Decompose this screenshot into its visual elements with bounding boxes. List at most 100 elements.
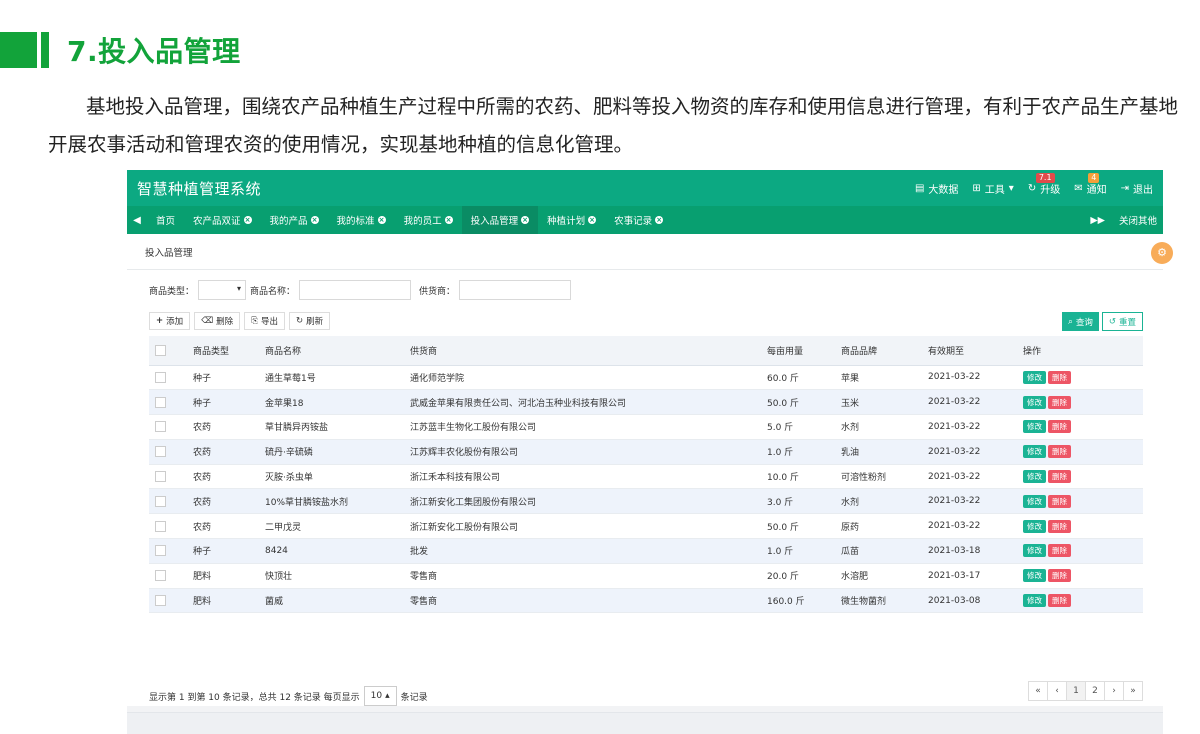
row-delete-button[interactable]: 删除	[1048, 519, 1071, 533]
tab-my-staff[interactable]: 我的员工 ×	[395, 206, 462, 234]
table-row[interactable]: 种子 金苹果18 武威金苹果有限责任公司、河北冶玉种业科技有限公司 50.0 斤玉米 2…	[149, 389, 1143, 416]
edit-button[interactable]: 修改	[1023, 445, 1046, 459]
row-select-cell[interactable]	[149, 439, 193, 465]
table-row[interactable]: 农药 硫丹·辛硫磷 江苏辉丰农化股份有限公司 1.0 斤乳油 2021-03-22 修改删…	[149, 439, 1143, 465]
row-checkbox[interactable]	[155, 421, 166, 433]
prev-page-button[interactable]: ‹	[1047, 681, 1067, 701]
row-checkbox[interactable]	[155, 570, 166, 582]
delete-button[interactable]: ⌫ 删除	[194, 312, 241, 330]
tab-farm-records[interactable]: 农事记录 ×	[605, 206, 672, 234]
row-checkbox[interactable]	[155, 520, 166, 532]
type-select[interactable]	[198, 280, 247, 300]
table-row[interactable]: 农药 二甲戊灵 浙江新安化工股份有限公司 50.0 斤原药 2021-03-22 修改 删除	[149, 513, 1143, 540]
name-input[interactable]	[299, 280, 412, 300]
table-row[interactable]: 农药 10%草甘膦铵盐水剂 浙江新安化工集团股份有限公司 3.0 斤水剂 2021-03…	[149, 488, 1143, 515]
row-select-cell[interactable]	[149, 389, 193, 416]
add-button[interactable]: + 添加	[149, 312, 191, 330]
cell-name: 二甲戊灵	[265, 513, 410, 540]
close-tab-icon[interactable]: ×	[444, 216, 453, 224]
export-button[interactable]: ⎘ 导出	[244, 312, 286, 330]
row-checkbox[interactable]	[155, 545, 166, 557]
col-expiry[interactable]: 有效期至	[928, 336, 1023, 366]
page-size-select[interactable]: 10 ▴	[363, 686, 397, 706]
edit-button[interactable]: 修改	[1023, 569, 1046, 583]
table-row[interactable]: 种子 8424 批发 1.0 斤瓜苗 2021-03-18 修改 删除	[149, 538, 1143, 564]
tab-my-products[interactable]: 我的产品 ×	[261, 206, 328, 234]
page-2-button[interactable]: 2	[1085, 681, 1105, 701]
edit-button[interactable]: 修改	[1023, 544, 1046, 558]
tools-menu[interactable]: ⊞ 工具 ▾	[972, 181, 1013, 196]
tab-home[interactable]: 首页	[147, 206, 184, 234]
col-supplier[interactable]: 供货商	[410, 336, 767, 366]
row-delete-button[interactable]: 删除	[1048, 395, 1071, 409]
close-tab-icon[interactable]: ×	[243, 216, 252, 224]
row-delete-button[interactable]: 删除	[1048, 569, 1071, 583]
close-others-button[interactable]: 关闭其他	[1119, 213, 1157, 227]
row-select-cell[interactable]	[149, 414, 193, 440]
row-delete-button[interactable]: 删除	[1048, 494, 1071, 508]
row-checkbox[interactable]	[155, 595, 166, 607]
table-row[interactable]: 农药 灭胺·杀虫单 浙江禾本科技有限公司 10.0 斤可溶性粉剂 2021-03-22 修…	[149, 464, 1143, 490]
row-select-cell[interactable]	[149, 538, 193, 564]
first-page-button[interactable]: «	[1028, 681, 1048, 701]
edit-button[interactable]: 修改	[1023, 519, 1046, 533]
supplier-input[interactable]	[459, 280, 572, 300]
next-page-button[interactable]: ›	[1104, 681, 1124, 701]
row-select-cell[interactable]	[149, 488, 193, 515]
select-all-cell[interactable]	[149, 336, 193, 366]
col-name[interactable]: 商品名称	[265, 336, 410, 366]
last-page-button[interactable]: »	[1123, 681, 1143, 701]
tab-scroll-right-icon[interactable]: ▶▶	[1090, 215, 1105, 226]
tab-inputs[interactable]: 投入品管理 ×	[461, 206, 539, 234]
row-select-cell[interactable]	[149, 464, 193, 490]
col-usage[interactable]: 每亩用量	[767, 336, 841, 366]
close-tab-icon[interactable]: ×	[655, 216, 664, 224]
row-select-cell[interactable]	[149, 563, 193, 589]
refresh-button[interactable]: ↻ 刷新	[289, 312, 331, 330]
logout-button[interactable]: ⇥ 退出	[1121, 181, 1153, 196]
row-delete-button[interactable]: 删除	[1048, 470, 1071, 484]
row-select-cell[interactable]	[149, 588, 193, 614]
notice-button[interactable]: ✉ 通知 4	[1074, 172, 1107, 196]
table-row[interactable]: 肥料 快顶壮 零售商 20.0 斤水溶肥 2021-03-17 修改 删除	[149, 563, 1143, 589]
row-delete-button[interactable]: 删除	[1048, 420, 1071, 434]
query-button[interactable]: ⌕ 查询	[1062, 312, 1099, 331]
gear-icon[interactable]: ⚙	[1151, 242, 1173, 264]
tab-my-standards[interactable]: 我的标准 ×	[328, 206, 395, 234]
edit-button[interactable]: 修改	[1023, 395, 1046, 409]
edit-button[interactable]: 修改	[1023, 594, 1046, 608]
edit-button[interactable]: 修改	[1023, 370, 1046, 384]
row-delete-button[interactable]: 删除	[1048, 445, 1071, 459]
page-1-button[interactable]: 1	[1066, 681, 1086, 701]
tab-certificates[interactable]: 农产品双证 ×	[184, 206, 261, 234]
close-tab-icon[interactable]: ×	[588, 216, 597, 224]
row-select-cell[interactable]	[149, 365, 193, 391]
close-tab-icon[interactable]: ×	[521, 216, 530, 224]
row-checkbox[interactable]	[155, 396, 166, 408]
select-all-checkbox[interactable]	[155, 344, 166, 356]
close-tab-icon[interactable]: ×	[310, 216, 319, 224]
bigdata-button[interactable]: ▤ 大数据	[915, 181, 958, 196]
close-tab-icon[interactable]: ×	[377, 216, 386, 224]
col-type[interactable]: 商品类型	[193, 336, 265, 366]
row-delete-button[interactable]: 删除	[1048, 370, 1071, 384]
edit-button[interactable]: 修改	[1023, 494, 1046, 508]
cell-supplier: 通化师范学院	[410, 365, 767, 391]
tab-scroll-left-icon[interactable]: ◀	[127, 215, 147, 226]
row-checkbox[interactable]	[155, 446, 166, 458]
row-delete-button[interactable]: 删除	[1048, 544, 1071, 558]
row-select-cell[interactable]	[149, 513, 193, 540]
row-checkbox[interactable]	[155, 471, 166, 483]
row-delete-button[interactable]: 删除	[1048, 594, 1071, 608]
table-row[interactable]: 农药 草甘膦异丙铵盐 江苏蓝丰生物化工股份有限公司 5.0 斤水剂 2021-03-22…	[149, 414, 1143, 440]
col-brand[interactable]: 商品品牌	[841, 336, 928, 366]
table-row[interactable]: 肥料 菌威 零售商 160.0 斤微生物菌剂 2021-03-08 修改 删除	[149, 588, 1143, 614]
row-checkbox[interactable]	[155, 495, 166, 507]
table-row[interactable]: 种子 通生草莓1号 通化师范学院 60.0 斤苹果 2021-03-22 修改 删除	[149, 365, 1143, 391]
upgrade-button[interactable]: ↻ 升级 7.1	[1028, 172, 1060, 196]
row-checkbox[interactable]	[155, 371, 166, 383]
edit-button[interactable]: 修改	[1023, 470, 1046, 484]
edit-button[interactable]: 修改	[1023, 420, 1046, 434]
reset-button[interactable]: ↺ 重置	[1101, 312, 1143, 331]
tab-planting-plan[interactable]: 种植计划 ×	[538, 206, 605, 234]
